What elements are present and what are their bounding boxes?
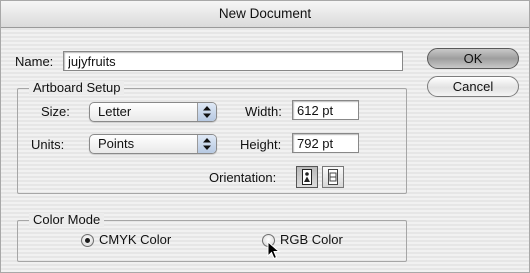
size-label: Size: [41, 104, 70, 119]
rgb-label: RGB Color [280, 232, 343, 247]
portrait-icon [302, 169, 312, 185]
popup-arrows-icon [197, 103, 216, 121]
cmyk-label: CMYK Color [99, 232, 172, 247]
window-title: New Document [1, 1, 529, 28]
orientation-label: Orientation: [209, 170, 277, 185]
landscape-icon [328, 169, 338, 185]
cmyk-radio[interactable] [81, 234, 94, 247]
units-label: Units: [31, 137, 65, 152]
size-popup-value: Letter [98, 104, 132, 119]
name-field[interactable] [63, 51, 403, 71]
height-label: Height: [240, 137, 282, 152]
size-popup[interactable]: Letter [89, 102, 217, 122]
name-label: Name: [15, 54, 54, 69]
cancel-button[interactable]: Cancel [427, 76, 519, 97]
ok-button[interactable]: OK [427, 48, 519, 69]
width-label: Width: [245, 104, 282, 119]
popup-arrows-icon [197, 135, 216, 153]
landscape-orientation-button[interactable] [322, 166, 344, 188]
units-popup[interactable]: Points [89, 134, 217, 154]
portrait-orientation-button[interactable] [296, 166, 318, 188]
width-field[interactable] [292, 100, 359, 120]
units-popup-value: Points [98, 136, 135, 151]
mouse-cursor-icon [267, 241, 281, 260]
artboard-setup-title: Artboard Setup [29, 81, 125, 95]
new-document-dialog: New Document Name: OK Cancel Artboard Se… [0, 0, 530, 273]
color-mode-title: Color Mode [29, 213, 105, 227]
height-field[interactable] [292, 133, 359, 153]
